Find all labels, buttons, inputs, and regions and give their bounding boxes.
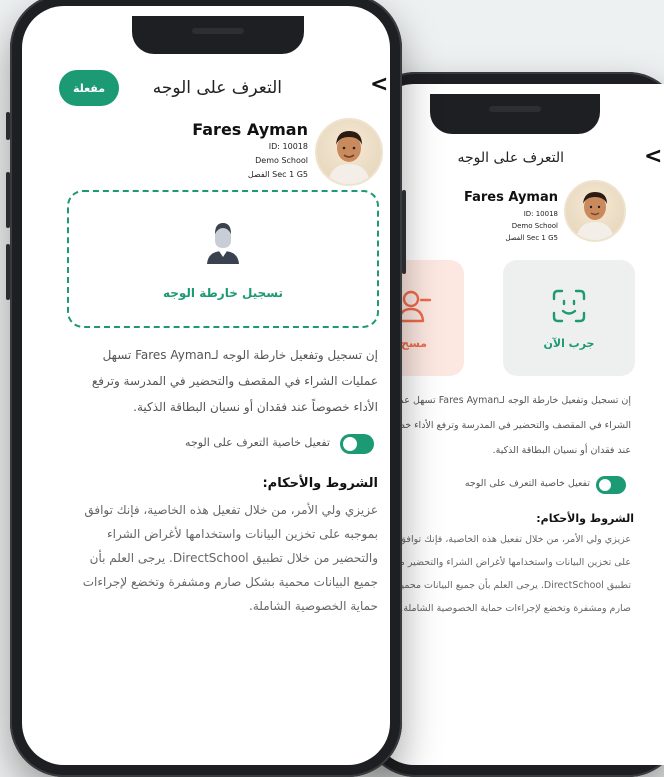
register-face-map-label: تسجيل خارطة الوجه bbox=[162, 286, 284, 300]
person-silhouette-icon bbox=[207, 223, 239, 264]
back-chevron-icon[interactable]: < bbox=[370, 72, 388, 97]
face-scan-icon bbox=[552, 289, 586, 323]
toggle-label: تفعيل خاصية التعرف على الوجه bbox=[464, 478, 590, 489]
back-chevron-icon[interactable]: < bbox=[644, 144, 662, 169]
toggle-label: تفعيل خاصية التعرف على الوجه bbox=[185, 436, 330, 449]
terms-text: عزيزي ولي الأمر، من خلال تفعيل هذه الخاص… bbox=[374, 534, 631, 614]
face-recognition-toggle[interactable] bbox=[340, 434, 374, 454]
register-face-map-button[interactable]: تسجيل خارطة الوجه bbox=[67, 190, 379, 328]
student-avatar bbox=[315, 118, 383, 186]
school-name: Demo School bbox=[255, 156, 308, 165]
front-phone-frame: مفعلة التعرف على الوجه < Fares Ayman ID:… bbox=[6, 0, 406, 777]
notch bbox=[132, 16, 304, 54]
school-name: Demo School bbox=[511, 222, 558, 230]
student-name: Fares Ayman bbox=[463, 190, 558, 205]
description-text: إن تسجيل وتفعيل خارطة الوجه لـFares Ayma… bbox=[91, 348, 378, 414]
terms-title: الشروط والأحكام: bbox=[262, 476, 378, 491]
page-title: التعرف على الوجه bbox=[152, 78, 282, 98]
student-id: ID: 10018 bbox=[268, 142, 308, 151]
status-badge[interactable]: مفعلة bbox=[59, 70, 119, 106]
student-avatar bbox=[564, 180, 626, 242]
student-name: Fares Ayman bbox=[192, 120, 308, 139]
terms-title: الشروط والأحكام: bbox=[536, 512, 634, 525]
back-phone-frame: < التعرف على الوجه Fares Ayman ID: 10018… bbox=[362, 72, 664, 777]
class-name: Sec 1 G5 الفصل bbox=[505, 234, 558, 242]
notch bbox=[430, 94, 600, 134]
class-name: Sec 1 G5 الفصل bbox=[247, 170, 308, 179]
try-now-label: جرب الآن bbox=[543, 337, 595, 350]
front-phone-screen: مفعلة التعرف على الوجه < Fares Ayman ID:… bbox=[22, 6, 390, 765]
terms-text: عزيزي ولي الأمر، من خلال تفعيل هذه الخاص… bbox=[82, 503, 378, 613]
try-now-button[interactable]: جرب الآن bbox=[503, 260, 635, 376]
description-text: إن تسجيل وتفعيل خارطة الوجه لـFares Ayma… bbox=[380, 395, 631, 456]
face-recognition-toggle[interactable] bbox=[596, 476, 626, 494]
student-id: ID: 10018 bbox=[523, 210, 558, 218]
page-title: التعرف على الوجه bbox=[457, 150, 564, 166]
back-phone-screen: < التعرف على الوجه Fares Ayman ID: 10018… bbox=[374, 84, 664, 765]
